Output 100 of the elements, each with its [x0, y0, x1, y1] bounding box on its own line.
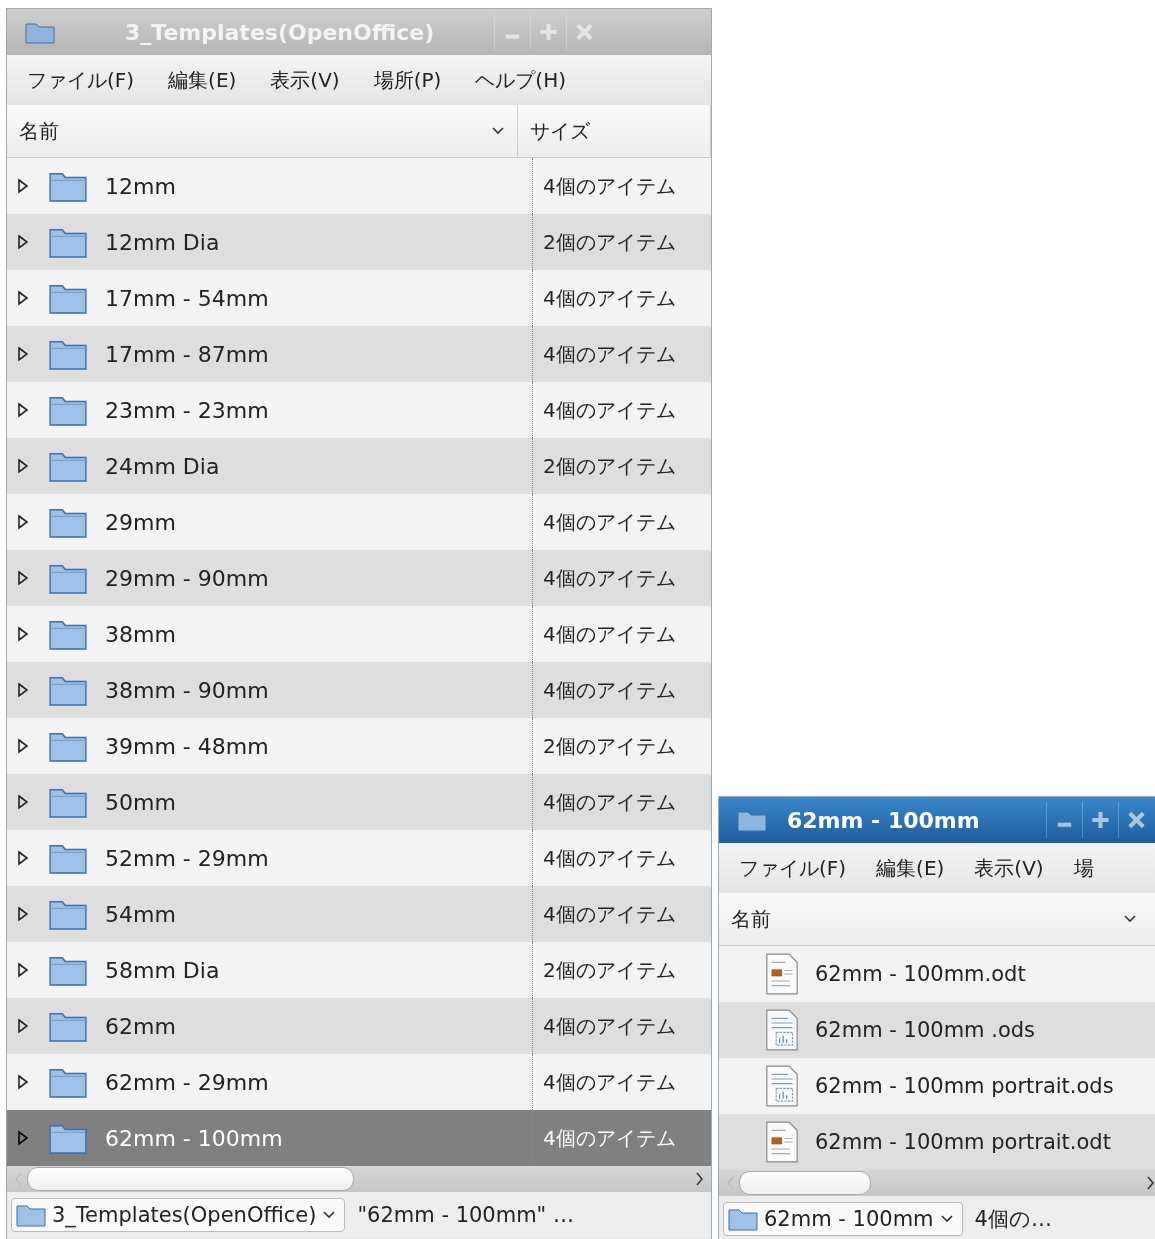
expander-icon[interactable] [17, 626, 29, 642]
expander-icon[interactable] [17, 682, 29, 698]
menu-item[interactable]: ファイル(F) [27, 66, 135, 94]
list-row[interactable]: 62mm - 100mm portrait.ods [719, 1058, 1155, 1114]
list-row[interactable]: 62mm - 100mm .ods [719, 1002, 1155, 1058]
file-name: 62mm [105, 1013, 176, 1039]
list-row[interactable]: 24mm Dia 2個のアイテム [7, 438, 711, 494]
file-name: 62mm - 29mm [105, 1069, 269, 1095]
folder-icon [49, 954, 87, 986]
list-row[interactable]: 29mm - 90mm 4個のアイテム [7, 550, 711, 606]
expander-icon[interactable] [17, 1018, 29, 1034]
column-header[interactable]: サイズ [518, 105, 711, 157]
expander-icon[interactable] [17, 234, 29, 250]
chevron-icon[interactable] [1123, 914, 1137, 924]
status-text: "62mm - 100mm" … [357, 1203, 574, 1227]
folder-icon [49, 842, 87, 874]
expander-icon[interactable] [17, 458, 29, 474]
expander-icon[interactable] [17, 290, 29, 306]
location-dropdown[interactable]: 62mm - 100mm [723, 1202, 963, 1236]
expander-icon[interactable] [17, 178, 29, 194]
list-row[interactable]: 38mm - 90mm 4個のアイテム [7, 662, 711, 718]
menu-item[interactable]: 表示(V) [974, 854, 1044, 882]
menu-item[interactable]: 場 [1073, 854, 1094, 882]
file-name: 62mm - 100mm .ods [815, 1018, 1036, 1042]
list-row[interactable]: 38mm 4個のアイテム [7, 606, 711, 662]
file-name: 52mm - 29mm [105, 845, 269, 871]
folder-icon [49, 1066, 87, 1098]
list-row[interactable]: 62mm - 100mm portrait.odt [719, 1114, 1155, 1170]
list-row[interactable]: 54mm 4個のアイテム [7, 886, 711, 942]
list-row[interactable]: 62mm - 29mm 4個のアイテム [7, 1054, 711, 1110]
folder-icon [49, 786, 87, 818]
window-title: 62mm - 100mm [787, 807, 980, 833]
menu-item[interactable]: ファイル(F) [739, 854, 847, 882]
folder-icon [49, 618, 87, 650]
menu-item[interactable]: ヘルプ(H) [475, 66, 566, 94]
expander-icon[interactable] [17, 402, 29, 418]
expander-icon[interactable] [17, 346, 29, 362]
horizontal-scrollbar[interactable] [719, 1170, 1155, 1196]
file-name: 23mm - 23mm [105, 397, 269, 423]
expander-icon[interactable] [17, 514, 29, 530]
folder-icon [49, 394, 87, 426]
folder-icon [49, 562, 87, 594]
list-row[interactable]: 58mm Dia 2個のアイテム [7, 942, 711, 998]
folder-icon [49, 338, 87, 370]
list-row[interactable]: 39mm - 48mm 2個のアイテム [7, 718, 711, 774]
column-header[interactable]: 名前 [7, 105, 518, 157]
folder-icon [737, 808, 767, 832]
file-name: 54mm [105, 901, 176, 927]
list-row[interactable]: 62mm 4個のアイテム [7, 998, 711, 1054]
file-name: 62mm - 100mm.odt [815, 962, 1026, 986]
list-row[interactable]: 50mm 4個のアイテム [7, 774, 711, 830]
location-dropdown[interactable]: 3_Templates(OpenOffice) [11, 1198, 346, 1232]
file-name: 24mm Dia [105, 453, 220, 479]
list-row[interactable]: 23mm - 23mm 4個のアイテム [7, 382, 711, 438]
window-title: 3_Templates(OpenOffice) [125, 19, 435, 45]
horizontal-scrollbar[interactable] [7, 1166, 711, 1192]
list-row[interactable]: 62mm - 100mm.odt [719, 946, 1155, 1002]
menu-item[interactable]: 場所(P) [373, 66, 442, 94]
expander-icon[interactable] [17, 906, 29, 922]
spreadsheet-icon [765, 1009, 799, 1051]
file-name: 50mm [105, 789, 176, 815]
file-name: 12mm [105, 173, 176, 199]
folder-icon [49, 450, 87, 482]
menu-item[interactable]: 表示(V) [270, 66, 340, 94]
spreadsheet-icon [765, 1065, 799, 1107]
folder-icon [49, 898, 87, 930]
list-row[interactable]: 52mm - 29mm 4個のアイテム [7, 830, 711, 886]
scrollbar-thumb[interactable] [27, 1167, 354, 1191]
file-name: 17mm - 87mm [105, 341, 269, 367]
folder-icon [49, 674, 87, 706]
file-name: 58mm Dia [105, 957, 220, 983]
folder-icon [49, 730, 87, 762]
list-row[interactable]: 17mm - 87mm 4個のアイテム [7, 326, 711, 382]
folder-icon [49, 1010, 87, 1042]
scroll-right-icon[interactable] [695, 1171, 705, 1187]
folder-icon [728, 1207, 758, 1231]
folder-icon [16, 1203, 46, 1227]
menu-item[interactable]: 編集(E) [876, 854, 945, 882]
expander-icon[interactable] [17, 738, 29, 754]
list-row[interactable]: 17mm - 54mm 4個のアイテム [7, 270, 711, 326]
expander-icon[interactable] [17, 1074, 29, 1090]
chevron-icon[interactable] [491, 126, 505, 136]
scroll-right-icon[interactable] [1146, 1175, 1155, 1191]
expander-icon[interactable] [17, 962, 29, 978]
document-icon [765, 1121, 799, 1163]
chevron-icon[interactable] [322, 1210, 337, 1220]
chevron-icon[interactable] [939, 1214, 954, 1224]
list-row[interactable]: 29mm 4個のアイテム [7, 494, 711, 550]
list-row[interactable]: 12mm 4個のアイテム [7, 158, 711, 214]
scrollbar-thumb[interactable] [739, 1171, 871, 1195]
menu-item[interactable]: 編集(E) [168, 66, 237, 94]
expander-icon[interactable] [17, 850, 29, 866]
expander-icon[interactable] [17, 570, 29, 586]
file-name: 38mm - 90mm [105, 677, 269, 703]
list-row[interactable]: 12mm Dia 2個のアイテム [7, 214, 711, 270]
column-header[interactable]: 名前 [719, 893, 1155, 945]
list-row[interactable]: 62mm - 100mm 4個のアイテム [7, 1110, 711, 1166]
expander-icon[interactable] [17, 794, 29, 810]
folder-icon [49, 506, 87, 538]
file-name: 17mm - 54mm [105, 285, 269, 311]
